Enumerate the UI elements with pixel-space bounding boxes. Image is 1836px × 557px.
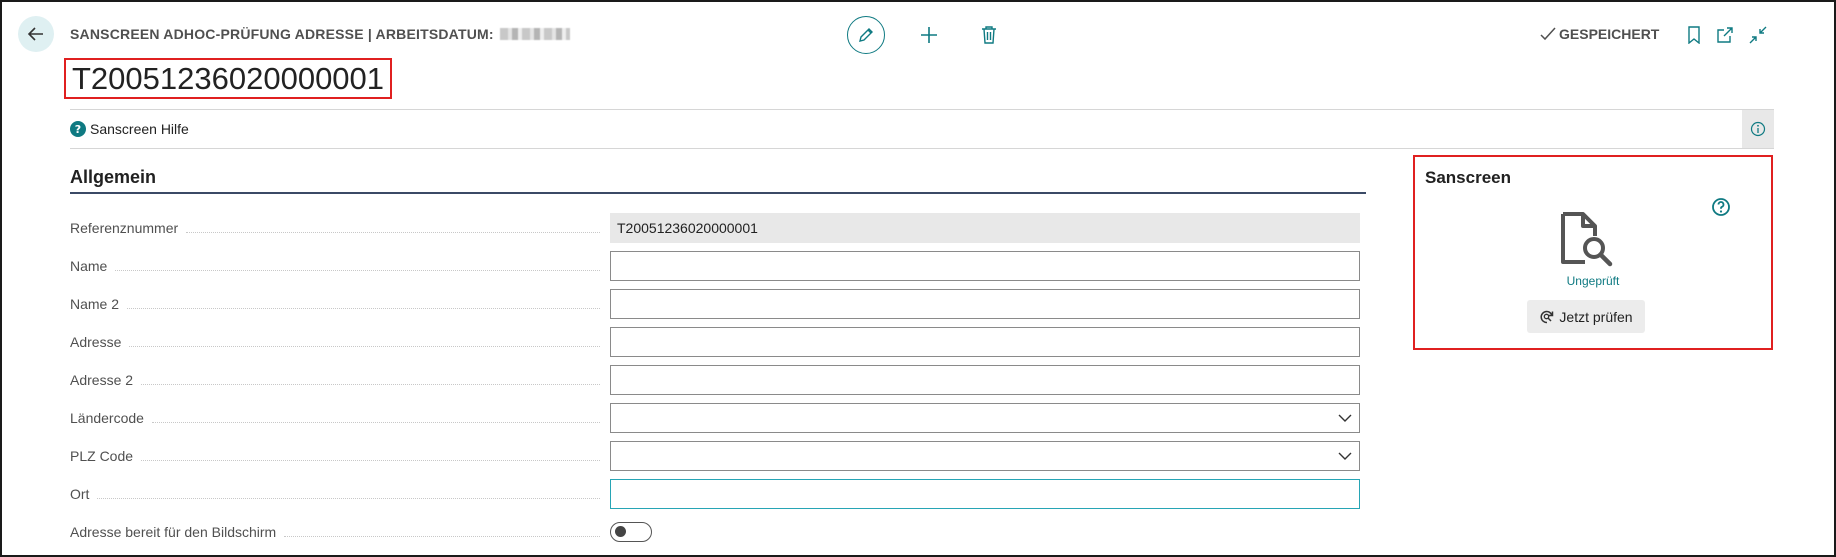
collapse-icon bbox=[1749, 26, 1767, 44]
field-label: Ländercode bbox=[70, 403, 610, 433]
chevron-down-icon bbox=[1338, 414, 1352, 422]
dot-leader bbox=[141, 383, 600, 385]
dot-leader bbox=[115, 269, 600, 271]
dot-leader bbox=[129, 345, 600, 347]
chevron-down-icon bbox=[1338, 452, 1352, 460]
field-label: Adresse bbox=[70, 327, 610, 357]
svg-text:?: ? bbox=[75, 123, 81, 136]
field-label-text: Adresse bereit für den Bildschirm bbox=[70, 524, 277, 540]
jetzt-pruefen-button[interactable]: Jetzt prüfen bbox=[1527, 300, 1645, 333]
edit-button[interactable] bbox=[847, 16, 885, 54]
section-title-allgemein: Allgemein bbox=[70, 167, 157, 187]
field-label: Name 2 bbox=[70, 289, 610, 319]
field-row-name: Name bbox=[70, 251, 1366, 281]
field-label-text: Referenznummer bbox=[70, 220, 179, 236]
refresh-search-icon bbox=[1540, 310, 1554, 323]
sanscreen-help-link[interactable]: ? Sanscreen Hilfe bbox=[70, 121, 189, 137]
info-button[interactable] bbox=[1742, 110, 1774, 148]
saved-label: GESPEICHERT bbox=[1559, 26, 1660, 42]
field-row-plz: PLZ Code bbox=[70, 441, 1366, 471]
bookmark-button[interactable] bbox=[1683, 24, 1705, 46]
field-row-ort: Ort bbox=[70, 479, 1366, 509]
bookmark-icon bbox=[1688, 26, 1700, 44]
name2-input[interactable] bbox=[610, 289, 1360, 319]
new-button[interactable] bbox=[916, 22, 942, 48]
dot-leader bbox=[97, 497, 600, 499]
field-row-adresse: Adresse bbox=[70, 327, 1366, 357]
field-label-text: Adresse 2 bbox=[70, 372, 134, 388]
delete-button[interactable] bbox=[976, 22, 1002, 48]
field-row-bereit: Adresse bereit für den Bildschirm bbox=[70, 517, 1366, 547]
field-label-text: Adresse bbox=[70, 334, 122, 350]
collapse-button[interactable] bbox=[1747, 24, 1769, 46]
plus-icon bbox=[921, 27, 937, 43]
section-divider bbox=[70, 192, 1366, 194]
checkmark-icon bbox=[1540, 27, 1556, 41]
factbox-help-button[interactable] bbox=[1711, 197, 1731, 217]
saved-status: GESPEICHERT bbox=[1540, 26, 1659, 42]
field-label-text: Ort bbox=[70, 486, 90, 502]
plz-code-select[interactable] bbox=[610, 441, 1360, 471]
ort-input[interactable] bbox=[610, 479, 1360, 509]
open-in-new-window-icon bbox=[1717, 27, 1733, 43]
field-label-text: Name 2 bbox=[70, 296, 120, 312]
pencil-icon bbox=[859, 28, 873, 42]
field-label: Ort bbox=[70, 479, 610, 509]
question-circle-icon: ? bbox=[70, 121, 86, 137]
field-label: Referenznummer bbox=[70, 213, 610, 243]
help-bar: ? Sanscreen Hilfe bbox=[70, 109, 1774, 149]
field-label: Name bbox=[70, 251, 610, 281]
name-input[interactable] bbox=[610, 251, 1360, 281]
field-label: PLZ Code bbox=[70, 441, 610, 471]
adresse-input[interactable] bbox=[610, 327, 1360, 357]
laendercode-select[interactable] bbox=[610, 403, 1360, 433]
factbox-title: Sanscreen bbox=[1425, 168, 1511, 187]
trash-icon bbox=[982, 26, 996, 44]
dot-leader bbox=[127, 307, 600, 309]
dot-leader bbox=[284, 535, 600, 537]
field-row-referenznummer: Referenznummer T20051236020000001 bbox=[70, 213, 1366, 243]
field-label: Adresse bereit für den Bildschirm bbox=[70, 517, 610, 547]
info-icon bbox=[1750, 121, 1766, 137]
document-search-icon bbox=[1555, 212, 1615, 268]
toggle-knob bbox=[615, 526, 626, 537]
question-circle-icon bbox=[1712, 198, 1730, 216]
open-new-window-button[interactable] bbox=[1714, 24, 1736, 46]
adresse2-input[interactable] bbox=[610, 365, 1360, 395]
sanscreen-status-link[interactable]: Ungeprüft bbox=[1415, 274, 1771, 288]
dot-leader bbox=[151, 421, 600, 423]
dot-leader bbox=[141, 459, 600, 461]
field-row-name2: Name 2 bbox=[70, 289, 1366, 319]
arrow-left-icon bbox=[27, 27, 43, 41]
page-caption-text: SANSCREEN ADHOC-PRÜFUNG ADRESSE | ARBEIT… bbox=[70, 26, 494, 42]
adresse-bereit-toggle[interactable] bbox=[610, 522, 652, 542]
field-label: Adresse 2 bbox=[70, 365, 610, 395]
sanscreen-factbox: Sanscreen Ungeprüft Jetzt prüfen bbox=[1413, 155, 1773, 350]
field-label-text: Ländercode bbox=[70, 410, 144, 426]
back-button[interactable] bbox=[18, 16, 54, 52]
page-caption: SANSCREEN ADHOC-PRÜFUNG ADRESSE | ARBEIT… bbox=[70, 26, 570, 42]
redacted-date bbox=[499, 28, 570, 40]
referenznummer-field: T20051236020000001 bbox=[610, 213, 1360, 243]
record-title: T20051236020000001 bbox=[64, 58, 393, 99]
field-row-adresse2: Adresse 2 bbox=[70, 365, 1366, 395]
field-label-text: PLZ Code bbox=[70, 448, 134, 464]
field-row-laendercode: Ländercode bbox=[70, 403, 1366, 433]
help-link-label: Sanscreen Hilfe bbox=[90, 121, 189, 137]
dot-leader bbox=[186, 231, 600, 233]
field-label-text: Name bbox=[70, 258, 108, 274]
jetzt-pruefen-label: Jetzt prüfen bbox=[1559, 308, 1633, 325]
